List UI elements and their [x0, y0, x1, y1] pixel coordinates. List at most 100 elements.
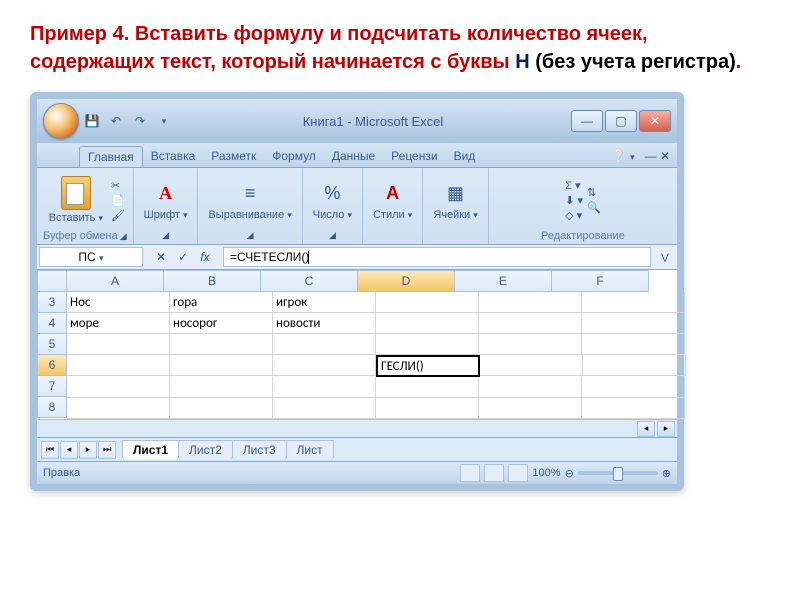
cell-c4[interactable]: новости [273, 313, 376, 334]
sheet-tab-4[interactable]: Лист [286, 440, 334, 459]
fx-icon[interactable]: fx [195, 248, 215, 266]
cell-d4[interactable] [376, 313, 479, 334]
sheet-tab-2[interactable]: Лист2 [178, 440, 233, 459]
clear-icon[interactable]: ◇ ▾ [565, 209, 583, 222]
col-header-b[interactable]: B [164, 270, 261, 292]
col-header-d[interactable]: D [358, 270, 455, 292]
tab-formulas[interactable]: Формул [264, 146, 324, 167]
formula-bar[interactable]: =СЧЕТЕСЛИ() [223, 247, 651, 267]
format-painter-icon[interactable]: 🖌 [111, 209, 125, 222]
maximize-button[interactable]: ▢ [605, 110, 637, 132]
cell-b6[interactable] [170, 355, 273, 376]
qat-redo-icon[interactable]: ↷ [129, 110, 151, 132]
cell-a7[interactable] [67, 377, 170, 398]
row-header-7[interactable]: 7 [37, 376, 67, 397]
tab-layout[interactable]: Разметк [203, 146, 264, 167]
help-icon[interactable]: ❔ ▾ [606, 146, 641, 167]
sheet-nav-prev-icon[interactable]: ◂ [60, 441, 78, 459]
name-box[interactable]: ПС ▾ [39, 247, 143, 267]
view-pagebreak-icon[interactable] [508, 464, 528, 482]
cell-d8[interactable] [376, 398, 479, 419]
cell-e4[interactable] [479, 313, 582, 334]
row-header-4[interactable]: 4 [37, 313, 67, 334]
scroll-left-icon[interactable]: ◂ [637, 421, 655, 437]
cell-c7[interactable] [273, 377, 376, 398]
cell-e8[interactable] [479, 398, 582, 419]
tab-insert[interactable]: Вставка [143, 146, 204, 167]
autosum-icon[interactable]: Σ ▾ [565, 179, 583, 192]
cut-icon[interactable]: ✂ [111, 179, 125, 192]
cell-b7[interactable] [170, 377, 273, 398]
cell-c8[interactable] [273, 398, 376, 419]
cell-e3[interactable] [479, 292, 582, 313]
scroll-right-icon[interactable]: ▸ [657, 421, 675, 437]
minimize-ribbon-icon[interactable]: — ✕ [641, 146, 674, 167]
tab-view[interactable]: Вид [446, 146, 484, 167]
sheet-nav-last-icon[interactable]: ⏭ [98, 441, 116, 459]
cell-b3[interactable]: гора [170, 292, 273, 313]
select-all-corner[interactable] [37, 270, 67, 292]
sheet-nav-first-icon[interactable]: ⏮ [41, 441, 59, 459]
cells-button[interactable]: ▦ Ячейки ▾ [429, 177, 482, 223]
cell-a8[interactable] [67, 398, 170, 419]
sheet-tab-1[interactable]: Лист1 [122, 440, 179, 459]
qat-customize-icon[interactable]: ▾ [153, 110, 175, 132]
qat-save-icon[interactable]: 💾 [81, 110, 103, 132]
sheet-nav-next-icon[interactable]: ▸ [79, 441, 97, 459]
cell-e7[interactable] [479, 377, 582, 398]
cell-b5[interactable] [170, 334, 273, 355]
sheet-tab-3[interactable]: Лист3 [232, 440, 287, 459]
row-header-5[interactable]: 5 [37, 334, 67, 355]
cell-d3[interactable] [376, 292, 479, 313]
cell-f7[interactable] [582, 377, 685, 398]
cell-b4[interactable]: носорог [170, 313, 273, 334]
sort-filter-icon[interactable]: ⇅ [587, 186, 601, 199]
cell-a5[interactable] [67, 334, 170, 355]
cell-f6[interactable] [583, 355, 686, 376]
tab-data[interactable]: Данные [324, 146, 383, 167]
horizontal-scrollbar[interactable]: ◂ ▸ [37, 419, 677, 437]
row-header-8[interactable]: 8 [37, 397, 67, 418]
qat-undo-icon[interactable]: ↶ [105, 110, 127, 132]
col-header-f[interactable]: F [552, 270, 649, 292]
cell-a4[interactable]: море [67, 313, 170, 334]
minimize-button[interactable]: — [571, 110, 603, 132]
tab-review[interactable]: Рецензи [383, 146, 445, 167]
alignment-button[interactable]: ≡ Выравнивание ▾ [204, 177, 295, 223]
cell-a6[interactable] [67, 355, 170, 376]
zoom-slider[interactable] [578, 471, 658, 475]
cell-f3[interactable] [582, 292, 685, 313]
cell-e5[interactable] [479, 334, 582, 355]
col-header-c[interactable]: C [261, 270, 358, 292]
find-icon[interactable]: 🔍 [587, 201, 601, 214]
cell-d5[interactable] [376, 334, 479, 355]
cell-a3[interactable]: Нос [67, 292, 170, 313]
number-button[interactable]: % Число ▾ [309, 177, 356, 223]
view-layout-icon[interactable] [484, 464, 504, 482]
cell-f5[interactable] [582, 334, 685, 355]
cell-b8[interactable] [170, 398, 273, 419]
cell-e6[interactable] [480, 355, 583, 376]
expand-formula-bar-icon[interactable]: ⋁ [655, 248, 675, 266]
close-button[interactable]: ✕ [639, 110, 671, 132]
enter-formula-icon[interactable]: ✓ [173, 248, 193, 266]
col-header-e[interactable]: E [455, 270, 552, 292]
row-header-3[interactable]: 3 [37, 292, 67, 313]
fill-icon[interactable]: ⬇ ▾ [565, 194, 583, 207]
cell-c6[interactable] [273, 355, 376, 376]
cell-f8[interactable] [582, 398, 685, 419]
cell-d7[interactable] [376, 377, 479, 398]
copy-icon[interactable]: 📄 [111, 194, 125, 207]
zoom-in-icon[interactable]: ⊕ [662, 467, 671, 480]
tab-home[interactable]: Главная [79, 146, 143, 167]
cell-f4[interactable] [582, 313, 685, 334]
styles-button[interactable]: A Стили ▾ [369, 177, 416, 223]
cancel-formula-icon[interactable]: ✕ [151, 248, 171, 266]
cell-c5[interactable] [273, 334, 376, 355]
font-button[interactable]: А Шрифт ▾ [140, 177, 192, 223]
paste-button[interactable]: Вставить ▾ [45, 174, 107, 226]
zoom-level[interactable]: 100% [532, 467, 560, 479]
office-button[interactable] [43, 103, 79, 139]
cell-c3[interactable]: игрок [273, 292, 376, 313]
col-header-a[interactable]: A [67, 270, 164, 292]
